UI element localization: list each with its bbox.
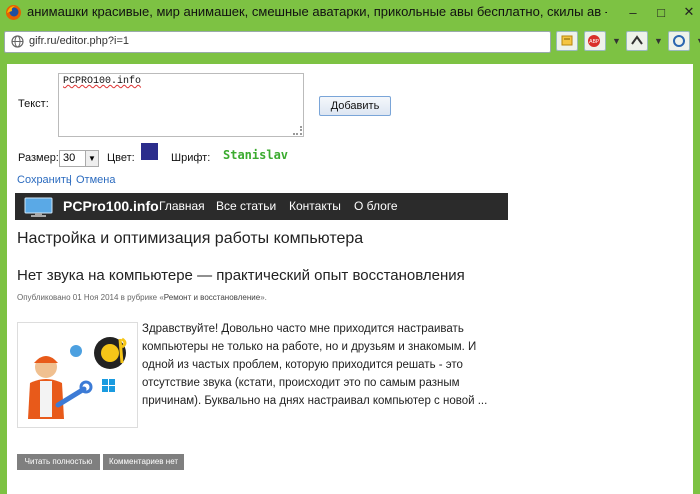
size-value: 30 [63, 152, 76, 164]
resize-handle[interactable] [293, 126, 302, 135]
minimize-button[interactable]: – [626, 5, 640, 20]
globe-icon [11, 35, 24, 48]
frame-border [0, 56, 7, 494]
repairman-illustration [28, 337, 127, 419]
post-meta: Опубликовано 01 Ноя 2014 в рубрике «Ремо… [17, 293, 267, 302]
font-value[interactable]: Stanislav [223, 148, 288, 162]
post-thumbnail [17, 322, 138, 428]
frame-border [693, 56, 700, 494]
menu-icon[interactable] [668, 31, 690, 51]
nav-all-articles[interactable]: Все статьи [216, 199, 276, 213]
size-select[interactable]: 30 ▼ [59, 150, 99, 167]
post-excerpt: Здравствуйте! Довольно часто мне приходи… [142, 323, 488, 407]
add-button[interactable]: Добавить [319, 96, 391, 116]
feed-icon[interactable] [556, 31, 578, 51]
nav-home[interactable]: Главная [159, 199, 205, 213]
size-label: Размер: [18, 152, 59, 164]
chevron-down-icon[interactable]: ▼ [612, 36, 621, 46]
font-label: Шрифт: [171, 152, 211, 164]
adblock-icon[interactable]: ABP [584, 31, 606, 51]
text-input[interactable]: PCPRO100.info [58, 73, 304, 137]
post-title[interactable]: Нет звука на компьютере — практический о… [17, 267, 465, 284]
monitor-icon [24, 197, 53, 217]
color-label: Цвет: [107, 152, 135, 164]
chevron-down-icon[interactable]: ▼ [696, 36, 700, 46]
color-swatch[interactable] [141, 143, 158, 160]
firefox-icon [6, 5, 21, 20]
addon-icon[interactable] [626, 31, 648, 51]
site-name[interactable]: PCPro100.info [63, 198, 159, 214]
text-value: PCPRO100.info [63, 76, 142, 87]
chevron-down-icon: ▼ [85, 151, 98, 166]
page-heading: Настройка и оптимизация работы компьютер… [17, 230, 364, 247]
meta-category-link[interactable]: Ремонт и восстановление [164, 293, 260, 302]
link-separator: | [69, 174, 72, 186]
nav-contacts[interactable]: Контакты [289, 199, 341, 213]
svg-text:ABP: ABP [589, 39, 599, 45]
frame-border [0, 56, 700, 64]
nav-about[interactable]: О блоге [354, 199, 398, 213]
window-title: анимашки красивые, мир анимашек, смешные… [27, 4, 607, 19]
url-bar[interactable]: gifr.ru/editor.php?i=1 [4, 31, 551, 53]
meta-prefix: Опубликовано 01 Ноя 2014 в рубрике « [17, 293, 164, 302]
meta-suffix: ». [260, 293, 267, 302]
maximize-button[interactable]: □ [654, 5, 668, 20]
text-label: Текст: [18, 98, 49, 110]
read-more-button[interactable]: Читать полностью [17, 454, 100, 470]
url-text: gifr.ru/editor.php?i=1 [29, 35, 129, 47]
chevron-down-icon[interactable]: ▼ [654, 36, 663, 46]
close-button[interactable]: ✕ [682, 4, 696, 20]
comments-button[interactable]: Комментариев нет [103, 454, 184, 470]
save-link[interactable]: Сохранить [17, 174, 72, 186]
cancel-link[interactable]: Отмена [76, 174, 115, 186]
